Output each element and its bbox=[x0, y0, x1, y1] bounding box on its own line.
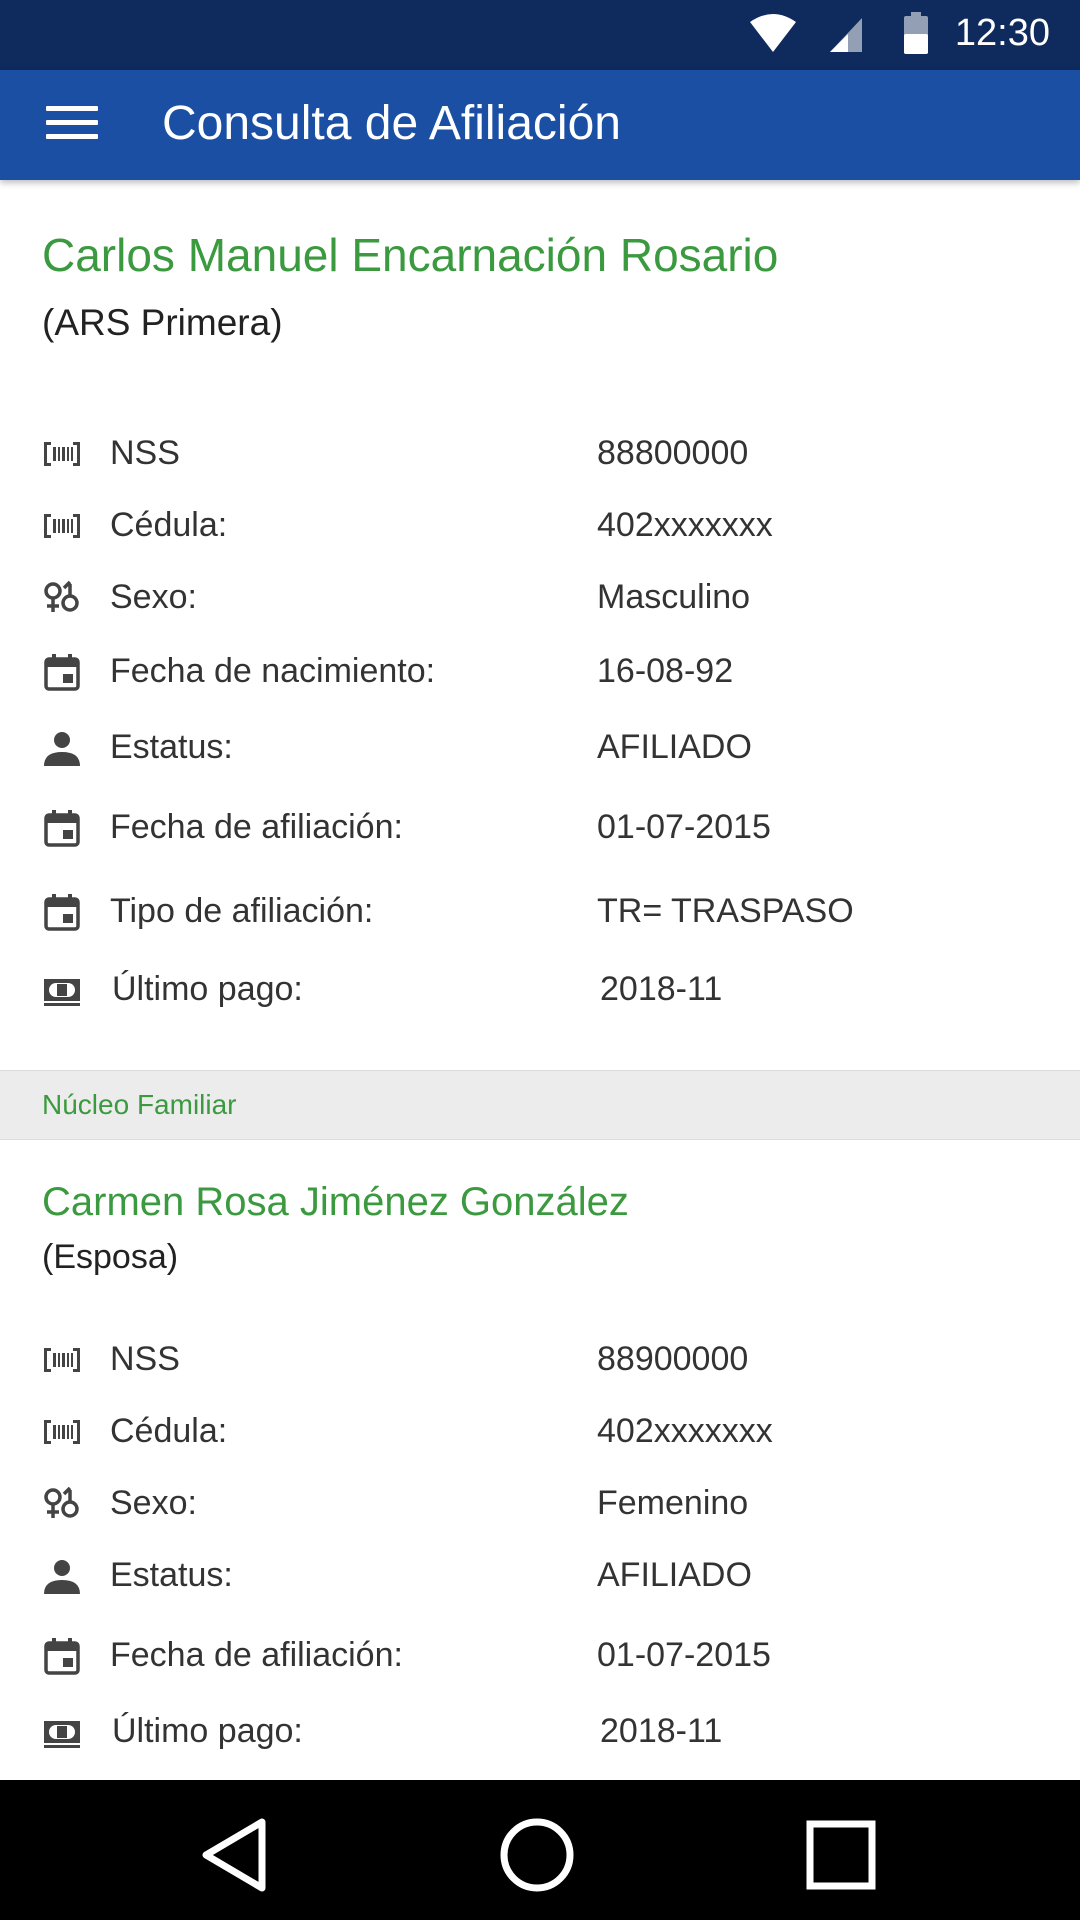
detail-label: Estatus: bbox=[110, 728, 233, 766]
detail-value: Femenino bbox=[597, 1484, 749, 1522]
page-title: Consulta de Afiliación bbox=[162, 97, 621, 150]
detail-label: Estatus: bbox=[110, 1556, 233, 1594]
barcode-icon bbox=[44, 1348, 80, 1372]
detail-value: 16-08-92 bbox=[597, 652, 734, 690]
detail-value: 2018-11 bbox=[600, 970, 723, 1008]
detail-label: Último pago: bbox=[112, 970, 303, 1008]
family-member-name: Carmen Rosa Jiménez González bbox=[42, 1180, 629, 1224]
menu-icon[interactable] bbox=[42, 100, 102, 150]
detail-label: Fecha de nacimiento: bbox=[110, 652, 436, 690]
detail-value: 402xxxxxxx bbox=[597, 506, 773, 544]
detail-row-affiliation-date: Fecha de afiliación: 01-07-2015 bbox=[0, 1626, 1080, 1686]
detail-row-sexo: Sexo: Femenino bbox=[0, 1474, 1080, 1534]
back-icon[interactable] bbox=[190, 1810, 280, 1900]
section-header-family: Núcleo Familiar bbox=[0, 1070, 1080, 1140]
detail-value: 88800000 bbox=[597, 434, 749, 472]
system-nav-bar bbox=[0, 1780, 1080, 1920]
affiliate-name: Carlos Manuel Encarnación Rosario bbox=[42, 229, 779, 281]
person-icon bbox=[44, 732, 80, 766]
calendar-icon bbox=[44, 1638, 80, 1675]
detail-value: Masculino bbox=[597, 578, 751, 616]
money-icon bbox=[44, 979, 80, 1006]
status-time: 12:30 bbox=[954, 12, 1050, 54]
recents-icon[interactable] bbox=[796, 1810, 886, 1900]
calendar-icon bbox=[44, 810, 80, 847]
detail-row-last-payment: Último pago: 2018-11 bbox=[0, 960, 1080, 1020]
barcode-icon bbox=[44, 514, 80, 538]
detail-label: Último pago: bbox=[112, 1712, 303, 1750]
detail-row-estatus: Estatus: AFILIADO bbox=[0, 1546, 1080, 1606]
detail-label: Cédula: bbox=[110, 506, 228, 544]
detail-label: Cédula: bbox=[110, 1412, 228, 1450]
calendar-icon bbox=[44, 654, 80, 691]
detail-value: AFILIADO bbox=[597, 728, 752, 766]
detail-row-cedula: Cédula: 402xxxxxxx bbox=[0, 496, 1080, 556]
barcode-icon bbox=[44, 442, 80, 466]
wifi-icon bbox=[750, 14, 796, 52]
detail-value: 2018-11 bbox=[600, 1712, 723, 1750]
cell-signal-icon bbox=[830, 18, 862, 52]
status-bar: 12:30 bbox=[0, 0, 1080, 70]
detail-row-sexo: Sexo: Masculino bbox=[0, 568, 1080, 628]
detail-label: Sexo: bbox=[110, 1484, 197, 1522]
section-title: Núcleo Familiar bbox=[42, 1089, 237, 1120]
detail-label: Fecha de afiliación: bbox=[110, 808, 403, 846]
detail-label: Sexo: bbox=[110, 578, 197, 616]
detail-value: 01-07-2015 bbox=[597, 1636, 771, 1674]
detail-value: 402xxxxxxx bbox=[597, 1412, 773, 1450]
affiliate-ars: (ARS Primera) bbox=[42, 302, 283, 343]
detail-row-nss: NSS 88800000 bbox=[0, 424, 1080, 484]
detail-label: Fecha de afiliación: bbox=[110, 1636, 403, 1674]
detail-row-estatus: Estatus: AFILIADO bbox=[0, 718, 1080, 778]
detail-row-affiliation-date: Fecha de afiliación: 01-07-2015 bbox=[0, 798, 1080, 858]
money-icon bbox=[44, 1721, 80, 1748]
detail-label: Tipo de afiliación: bbox=[110, 892, 374, 930]
detail-value: AFILIADO bbox=[597, 1556, 752, 1594]
detail-value: 88900000 bbox=[597, 1340, 749, 1378]
gender-icon bbox=[44, 1486, 79, 1518]
battery-icon bbox=[904, 12, 928, 54]
detail-label: NSS bbox=[110, 1340, 180, 1378]
detail-value: TR= TRASPASO bbox=[597, 892, 854, 930]
home-icon[interactable] bbox=[492, 1810, 582, 1900]
detail-row-nss: NSS 88900000 bbox=[0, 1330, 1080, 1390]
detail-row-last-payment: Último pago: 2018-11 bbox=[0, 1702, 1080, 1762]
family-member-relation: (Esposa) bbox=[42, 1238, 179, 1276]
person-icon bbox=[44, 1560, 80, 1594]
barcode-icon bbox=[44, 1420, 80, 1444]
detail-row-affiliation-type: Tipo de afiliación: TR= TRASPASO bbox=[0, 882, 1080, 942]
calendar-icon bbox=[44, 894, 80, 931]
detail-value: 01-07-2015 bbox=[597, 808, 771, 846]
gender-icon bbox=[44, 580, 79, 612]
detail-row-cedula: Cédula: 402xxxxxxx bbox=[0, 1402, 1080, 1462]
app-bar: Consulta de Afiliación bbox=[0, 70, 1080, 180]
detail-label: NSS bbox=[110, 434, 180, 472]
detail-row-birthdate: Fecha de nacimiento: 16-08-92 bbox=[0, 642, 1080, 702]
